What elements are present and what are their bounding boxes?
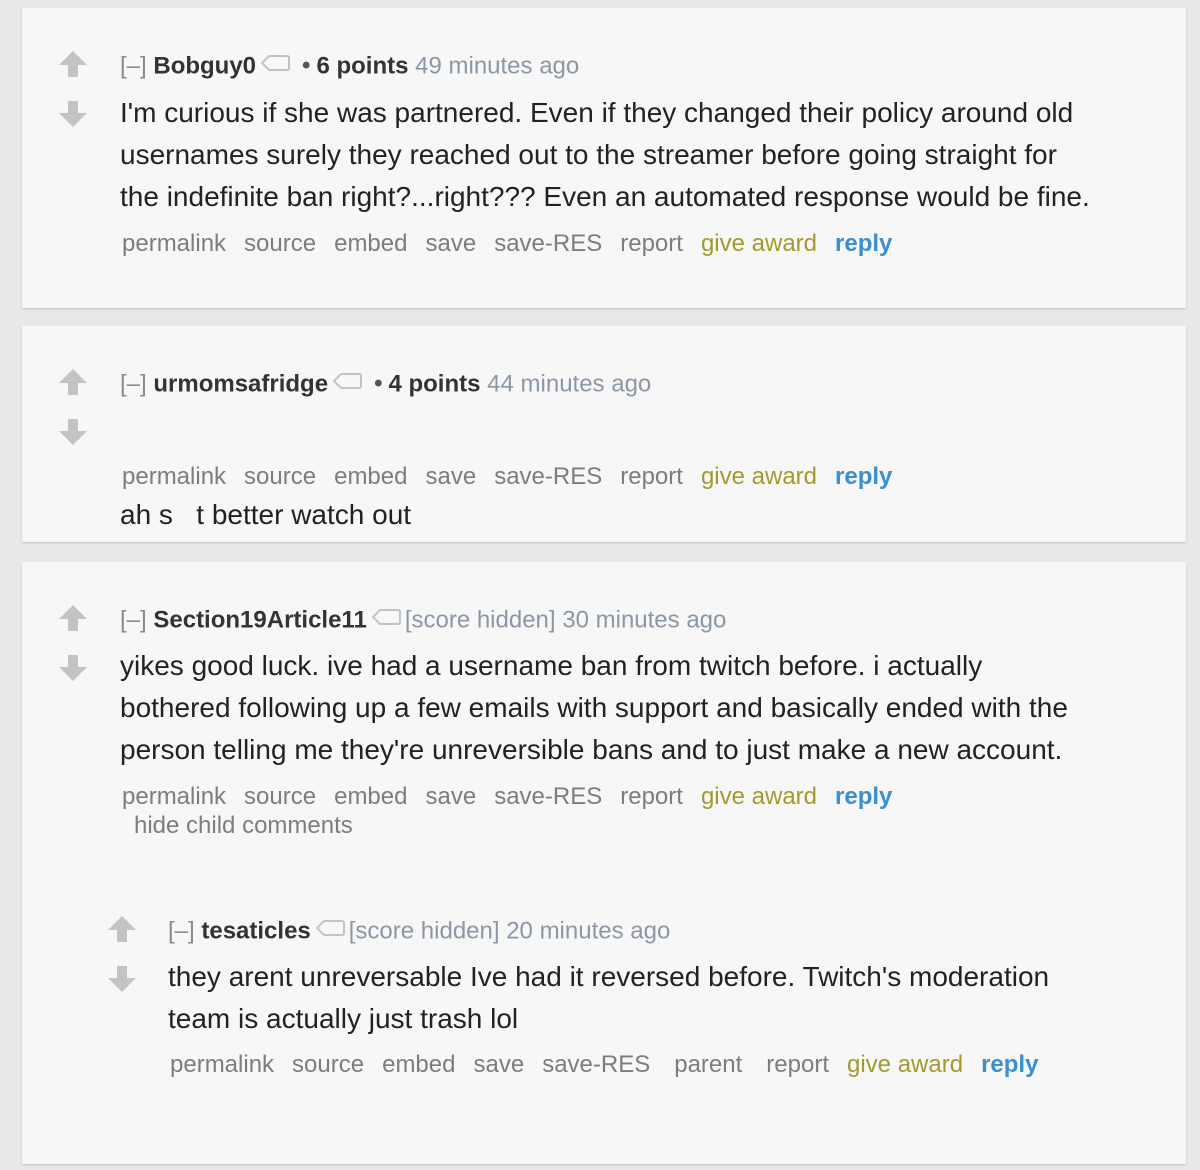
save-res-link[interactable]: save-RES <box>494 230 602 257</box>
score-hidden-label: [score hidden] <box>348 917 500 945</box>
comment-tagline: [–] urmomsafridge • 4 points 44 minutes ag… <box>120 368 651 402</box>
reply-link[interactable]: reply <box>835 230 892 257</box>
tag-icon[interactable] <box>260 50 291 80</box>
comment-line: they arent unreversable Ive had it rever… <box>168 961 1050 992</box>
comment-tagline: [–] Bobguy0 • 6 points 49 minutes ago <box>120 50 579 84</box>
embed-link[interactable]: embed <box>334 783 407 810</box>
permalink-link[interactable]: permalink <box>122 230 226 257</box>
permalink-link[interactable]: permalink <box>170 1051 274 1078</box>
comment-line: ah s t better watch out <box>120 499 412 530</box>
give-award-link[interactable]: give award <box>847 1051 963 1078</box>
permalink-link[interactable]: permalink <box>122 783 226 810</box>
collapse-toggle[interactable]: [–] <box>120 370 147 397</box>
comment-time: 49 minutes ago <box>415 52 580 80</box>
save-res-link[interactable]: save-RES <box>494 463 602 490</box>
comment-line: person telling me they're unreversible b… <box>120 734 1063 765</box>
comment-author[interactable]: Section19Article11 <box>153 606 366 633</box>
collapse-toggle[interactable]: [–] <box>168 917 195 944</box>
tag-icon[interactable] <box>332 368 363 398</box>
comment-line: the indefinite ban right?...right??? Eve… <box>120 181 1090 212</box>
comment-time: 44 minutes ago <box>487 370 652 398</box>
upvote-arrow-icon[interactable] <box>58 50 88 78</box>
comment-author[interactable]: tesaticles <box>201 917 310 944</box>
tag-icon[interactable] <box>371 604 401 634</box>
comment-actions: permalink source embed save save-RES report gi… <box>122 782 910 812</box>
comment-score: 4 points <box>388 370 481 398</box>
comment-actions: permalink source embed save save-RES report gi… <box>122 462 910 492</box>
collapse-toggle[interactable]: [–] <box>120 606 147 633</box>
parent-link[interactable]: parent <box>674 1051 742 1078</box>
reply-link[interactable]: reply <box>835 463 892 490</box>
give-award-link[interactable]: give award <box>701 230 817 257</box>
report-link[interactable]: report <box>620 463 683 490</box>
downvote-arrow-icon[interactable] <box>58 100 88 128</box>
report-link[interactable]: report <box>620 783 683 810</box>
permalink-link[interactable]: permalink <box>122 463 226 490</box>
give-award-link[interactable]: give award <box>701 783 817 810</box>
downvote-arrow-icon[interactable] <box>107 965 137 993</box>
downvote-arrow-icon[interactable] <box>58 418 88 446</box>
give-award-link[interactable]: give award <box>701 463 817 490</box>
source-link[interactable]: source <box>292 1051 364 1078</box>
source-link[interactable]: source <box>244 463 316 490</box>
comment-line: team is actually just trash lol <box>168 1003 519 1034</box>
comment-actions: permalink source embed save save-RES report gi… <box>122 229 910 259</box>
save-link[interactable]: save <box>425 463 476 490</box>
upvote-arrow-icon[interactable] <box>58 368 88 396</box>
reply-link[interactable]: reply <box>835 783 892 810</box>
save-res-link[interactable]: save-RES <box>494 783 602 810</box>
embed-link[interactable]: embed <box>334 230 407 257</box>
save-link[interactable]: save <box>425 783 476 810</box>
upvote-arrow-icon[interactable] <box>107 915 137 943</box>
save-res-link[interactable]: save-RES <box>542 1051 650 1078</box>
comment-time: 20 minutes ago <box>506 917 671 945</box>
source-link[interactable]: source <box>244 783 316 810</box>
hide-child-comments-link[interactable]: hide child comments <box>134 811 353 841</box>
comment-line: bothered following up a few emails with … <box>120 692 1068 723</box>
comment-line: I'm curious if she was partnered. Even i… <box>120 97 1074 128</box>
collapse-toggle[interactable]: [–] <box>120 52 147 79</box>
source-link[interactable]: source <box>244 230 316 257</box>
embed-link[interactable]: embed <box>334 463 407 490</box>
separator-dot: • <box>302 52 311 80</box>
score-hidden-label: [score hidden] <box>404 606 556 634</box>
comment-score: 6 points <box>316 52 409 80</box>
save-link[interactable]: save <box>473 1051 524 1078</box>
comment-tagline: [–] Section19Article11 [score hidden] 30 … <box>120 604 726 638</box>
comment-author[interactable]: urmomsafridge <box>153 370 328 397</box>
tag-icon[interactable] <box>315 915 345 945</box>
comment-tagline: [–] tesaticles [score hidden] 20 minutes … <box>168 915 670 949</box>
downvote-arrow-icon[interactable] <box>58 654 88 682</box>
comment-body: I'm curious if she was partnered. Even i… <box>120 92 1090 218</box>
report-link[interactable]: report <box>766 1051 829 1078</box>
comment-line: usernames surely they reached out to the… <box>120 139 1057 170</box>
embed-link[interactable]: embed <box>382 1051 455 1078</box>
comment-author[interactable]: Bobguy0 <box>153 52 256 79</box>
upvote-arrow-icon[interactable] <box>58 604 88 632</box>
save-link[interactable]: save <box>425 230 476 257</box>
comment-line: yikes good luck. ive had a username ban … <box>120 650 983 681</box>
report-link[interactable]: report <box>620 230 683 257</box>
comment-actions: permalink source embed save save-RES parent re… <box>170 1050 1056 1080</box>
reply-link[interactable]: reply <box>981 1051 1038 1078</box>
comment-body: yikes good luck. ive had a username ban … <box>120 645 1068 771</box>
comment-time: 30 minutes ago <box>562 606 727 634</box>
comment-body: they arent unreversable Ive had it rever… <box>168 956 1049 1040</box>
separator-dot: • <box>374 370 383 398</box>
comment-body: ah s t better watch out <box>120 410 411 578</box>
